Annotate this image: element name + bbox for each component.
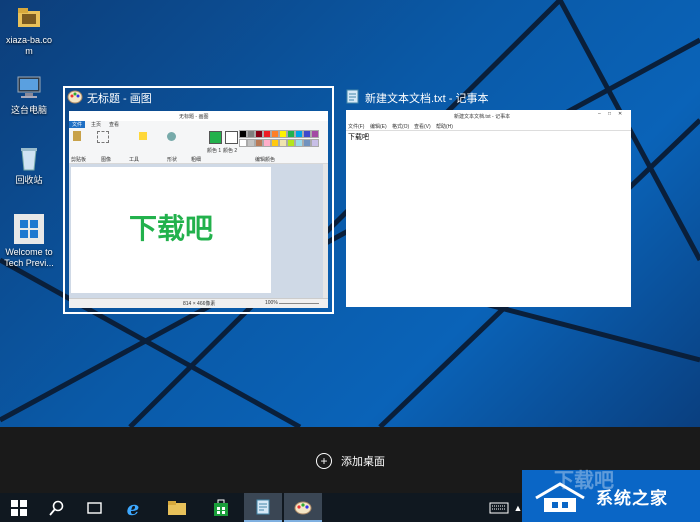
menu-help[interactable]: 帮助(H) (436, 123, 453, 130)
group-label: 工具 (129, 157, 140, 163)
notepad-icon (345, 88, 361, 104)
watermark-logo: 下载吧 系统之家 (522, 470, 700, 522)
tab-view[interactable]: 查看 (109, 121, 119, 128)
paint-inner-title: 无标题 - 画图 (179, 114, 209, 120)
group-label: 剪贴板 (71, 157, 87, 163)
window-title: 新建文本文档.txt - 记事本 (365, 93, 489, 105)
file-explorer-icon[interactable] (158, 493, 196, 522)
select-icon[interactable] (97, 131, 109, 143)
paint-preview: 无标题 - 画图 文件 主页 查看 剪贴板 图像 工具 形状 粗细 颜色 1 颜… (69, 111, 328, 308)
menu-bar: 文件(F) 编辑(E) 格式(O) 查看(V) 帮助(H) (346, 122, 631, 131)
palette-swatch[interactable] (295, 139, 303, 147)
palette-swatch[interactable] (255, 139, 263, 147)
taskbar-paint[interactable] (284, 493, 322, 522)
vertical-scrollbar[interactable] (323, 164, 328, 298)
folder-icon (15, 4, 43, 32)
group-label: 颜色 2 (223, 148, 238, 154)
palette-swatch[interactable] (239, 130, 247, 138)
plus-icon: + (316, 453, 332, 469)
palette-swatch[interactable] (303, 139, 311, 147)
desktop-icon-label: 回收站 (15, 175, 43, 185)
palette-swatch[interactable] (279, 139, 287, 147)
house-logo-icon (535, 482, 585, 512)
watermark-text: 系统之家 (596, 489, 668, 509)
paste-icon[interactable] (73, 131, 81, 141)
notepad-content[interactable]: 下载吧 (348, 132, 369, 142)
canvas-text: 下载吧 (128, 212, 213, 245)
palette-swatch[interactable] (263, 139, 271, 147)
menu-edit[interactable]: 编辑(E) (370, 123, 387, 130)
start-button[interactable] (0, 493, 38, 522)
windows-logo-icon (14, 214, 44, 244)
drawing-canvas[interactable]: 下载吧 (71, 167, 271, 293)
palette-swatch[interactable] (271, 139, 279, 147)
add-desktop-label: 添加桌面 (341, 456, 385, 468)
group-label: 编辑颜色 (255, 157, 276, 163)
zoom-slider[interactable] (279, 303, 319, 304)
status-bar: 814 × 466像素 100% (69, 298, 328, 308)
brush-icon[interactable] (167, 132, 176, 141)
palette-swatch[interactable] (287, 130, 295, 138)
color-palette[interactable] (239, 130, 328, 150)
canvas-area: 下载吧 (69, 164, 328, 298)
task-view-icon[interactable] (76, 493, 114, 522)
notepad-icon (256, 499, 270, 514)
palette-swatch[interactable] (263, 130, 271, 138)
zoom-level: 100% (265, 300, 278, 306)
palette-swatch[interactable] (311, 139, 319, 147)
palette-swatch[interactable] (311, 130, 319, 138)
desktop-icon-label: 这台电脑 (10, 105, 47, 115)
image-size: 814 × 466像素 (183, 301, 216, 307)
desktop-icon-this-pc[interactable]: 这台电脑 (2, 74, 56, 116)
maximize-icon[interactable]: □ (608, 111, 611, 117)
group-label: 图像 (101, 157, 112, 163)
palette-swatch[interactable] (303, 130, 311, 138)
palette-swatch[interactable] (287, 139, 295, 147)
paint-icon (67, 88, 83, 104)
desktop-icon-label: xiaza-ba.co m (5, 35, 53, 56)
window-controls: – □ ✕ (598, 111, 628, 118)
group-label: 形状 (167, 157, 178, 163)
menu-format[interactable]: 格式(O) (392, 123, 409, 130)
notepad-inner-title: 新建文本文档.txt - 记事本 (454, 114, 511, 120)
group-label: 粗细 (191, 157, 202, 163)
minimize-icon[interactable]: – (598, 111, 601, 117)
paint-icon (294, 501, 312, 514)
search-icon[interactable] (38, 493, 76, 522)
ie-icon[interactable]: e (114, 493, 152, 522)
notepad-preview: 新建文本文档.txt - 记事本 – □ ✕ 文件(F) 编辑(E) 格式(O)… (346, 110, 631, 307)
task-view-window-notepad[interactable]: 新建文本文档.txt - 记事本 新建文本文档.txt - 记事本 – □ ✕ … (343, 88, 633, 310)
task-view-window-paint[interactable]: 无标题 - 画图 无标题 - 画图 文件 主页 查看 剪贴板 图像 工具 形状 (63, 86, 334, 314)
palette-swatch[interactable] (271, 130, 279, 138)
palette-swatch[interactable] (247, 130, 255, 138)
tab-home[interactable]: 主页 (91, 121, 101, 128)
desktop-icon-welcome[interactable]: Welcome to Tech Previ... (0, 214, 58, 269)
taskbar-notepad[interactable] (244, 493, 282, 522)
color1-swatch[interactable] (209, 131, 222, 144)
menu-view[interactable]: 查看(V) (414, 123, 431, 130)
color2-swatch[interactable] (225, 131, 238, 144)
menu-file[interactable]: 文件(F) (348, 123, 364, 130)
desktop-icon-label: Welcome to Tech Previ... (4, 247, 54, 268)
palette-swatch[interactable] (295, 130, 303, 138)
palette-swatch[interactable] (247, 139, 255, 147)
desktop-icon-folder[interactable]: xiaza-ba.co m (2, 4, 56, 57)
add-desktop-button[interactable]: + 添加桌面 (316, 453, 385, 469)
close-icon[interactable]: ✕ (618, 111, 622, 117)
desktop: xiaza-ba.co m 这台电脑 回收站 Welcome to Tech P… (0, 0, 700, 427)
computer-icon (15, 74, 43, 102)
paint-ribbon: 文件 主页 查看 剪贴板 图像 工具 形状 粗细 颜色 1 颜色 2 编辑颜色 (69, 121, 328, 164)
palette-swatch[interactable] (255, 130, 263, 138)
recycle-bin-icon (15, 144, 43, 172)
store-icon[interactable] (202, 493, 240, 522)
window-title: 无标题 - 画图 (87, 93, 152, 105)
windows-logo-icon (11, 499, 27, 516)
palette-swatch[interactable] (239, 139, 247, 147)
palette-swatch[interactable] (279, 130, 287, 138)
desktop-icon-recycle-bin[interactable]: 回收站 (2, 144, 56, 186)
pencil-icon[interactable] (139, 132, 147, 140)
group-label: 颜色 1 (207, 148, 222, 154)
file-tab[interactable]: 文件 (69, 121, 85, 128)
